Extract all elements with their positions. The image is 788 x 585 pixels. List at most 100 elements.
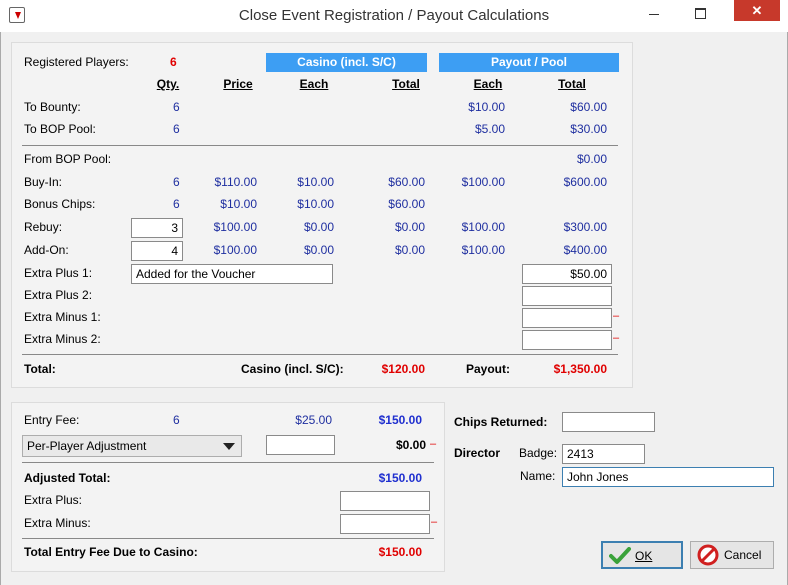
ok-button[interactable]: OK — [601, 541, 683, 569]
bonus-chips-label: Bonus Chips: — [24, 197, 96, 211]
add-on-label: Add-On: — [24, 243, 69, 257]
minus-indicator: – — [431, 516, 438, 528]
col-qty: Qty. — [156, 77, 180, 91]
payout-header: Payout / Pool — [439, 53, 619, 72]
add-on-payout-total: $400.00 — [563, 243, 607, 257]
extra-plus-1-amount-input[interactable]: $50.00 — [522, 264, 612, 284]
buy-in-price: $110.00 — [214, 175, 258, 189]
to-bop-qty: 6 — [173, 122, 180, 136]
buy-in-payout-each: $100.00 — [461, 175, 505, 189]
total-entry-fee-label: Total Entry Fee Due to Casino: — [24, 545, 198, 559]
from-bop-label: From BOP Pool: — [24, 152, 112, 166]
name-input[interactable]: John Jones — [562, 467, 774, 487]
extra-plus-1-label: Extra Plus 1: — [24, 266, 93, 280]
from-bop-payout-total: $0.00 — [576, 152, 607, 166]
entry-fee-total: $150.00 — [378, 413, 422, 427]
registered-players-label: Registered Players: — [24, 55, 129, 69]
director-label: Director — [454, 446, 501, 460]
maximize-icon[interactable] — [686, 5, 714, 21]
extra-minus-2-amount-input[interactable] — [522, 330, 612, 350]
col-casino-each: Each — [299, 77, 329, 91]
minus-indicator: – — [613, 310, 620, 322]
entry-fee-each: $25.00 — [295, 413, 332, 427]
total-entry-fee-value: $150.00 — [378, 545, 422, 559]
cancel-button[interactable]: Cancel — [690, 541, 774, 569]
rebuy-qty-input[interactable]: 3 — [131, 218, 183, 238]
col-payout-each: Each — [473, 77, 503, 91]
extra-plus-input[interactable] — [340, 491, 430, 511]
badge-input[interactable]: 2413 — [562, 444, 645, 464]
add-on-casino-total: $0.00 — [394, 243, 425, 257]
extra-minus-label: Extra Minus: — [24, 516, 91, 530]
adjusted-total-value: $150.00 — [378, 471, 422, 485]
badge-label: Badge: — [519, 446, 558, 460]
adjusted-total-label: Adjusted Total: — [24, 471, 111, 485]
name-label: Name: — [520, 469, 556, 483]
extra-minus-2-label: Extra Minus 2: — [24, 332, 101, 346]
to-bop-payout-total: $30.00 — [570, 122, 607, 136]
entry-fee-label: Entry Fee: — [24, 413, 80, 427]
rebuy-price: $100.00 — [213, 220, 257, 234]
rebuy-casino-each: $0.00 — [303, 220, 334, 234]
casino-total-label: Casino (incl. S/C): — [241, 362, 344, 376]
window-title: Close Event Registration / Payout Calcul… — [238, 7, 550, 24]
to-bounty-payout-each: $10.00 — [468, 100, 505, 114]
cancel-icon — [697, 544, 719, 566]
total-label: Total: — [24, 362, 56, 376]
to-bounty-qty: 6 — [173, 100, 180, 114]
chips-returned-input[interactable] — [562, 412, 655, 432]
separator — [22, 354, 618, 355]
bonus-chips-casino-each: $10.00 — [297, 197, 334, 211]
chevron-down-icon — [223, 443, 235, 450]
registered-players-value: 6 — [170, 55, 177, 69]
per-player-adjustment-select[interactable]: Per-Player Adjustment — [22, 435, 242, 457]
title-bar: Close Event Registration / Payout Calcul… — [0, 0, 788, 32]
casino-total-value: $120.00 — [381, 362, 425, 376]
adjustment-amount-input[interactable] — [266, 435, 335, 455]
extra-plus-label: Extra Plus: — [24, 493, 83, 507]
extra-plus-2-amount-input[interactable] — [522, 286, 612, 306]
close-button[interactable]: ✕ — [734, 0, 780, 21]
add-on-payout-each: $100.00 — [461, 243, 505, 257]
bonus-chips-qty: 6 — [173, 197, 180, 211]
per-player-adjustment-value: Per-Player Adjustment — [27, 439, 147, 453]
minimize-icon[interactable] — [640, 5, 668, 21]
to-bounty-label: To Bounty: — [24, 100, 81, 114]
minus-indicator: – — [430, 438, 437, 450]
to-bop-payout-each: $5.00 — [474, 122, 505, 136]
bonus-chips-price: $10.00 — [220, 197, 257, 211]
extra-minus-1-label: Extra Minus 1: — [24, 310, 101, 324]
col-payout-total: Total — [558, 77, 586, 91]
extra-minus-1-amount-input[interactable] — [522, 308, 612, 328]
extra-plus-1-description-input[interactable]: Added for the Voucher — [131, 264, 333, 284]
rebuy-payout-each: $100.00 — [461, 220, 505, 234]
buy-in-casino-each: $10.00 — [297, 175, 334, 189]
chips-returned-label: Chips Returned: — [454, 415, 548, 429]
buy-in-casino-total: $60.00 — [388, 175, 425, 189]
to-bop-label: To BOP Pool: — [24, 122, 96, 136]
rebuy-casino-total: $0.00 — [394, 220, 425, 234]
to-bounty-payout-total: $60.00 — [570, 100, 607, 114]
add-on-casino-each: $0.00 — [303, 243, 334, 257]
checkmark-icon — [609, 547, 631, 564]
separator — [22, 538, 434, 539]
add-on-price: $100.00 — [213, 243, 257, 257]
bonus-chips-casino-total: $60.00 — [388, 197, 425, 211]
minus-indicator: – — [613, 332, 620, 344]
rebuy-payout-total: $300.00 — [563, 220, 607, 234]
separator — [22, 145, 618, 146]
col-price: Price — [223, 77, 253, 91]
cancel-label: Cancel — [724, 548, 762, 562]
buy-in-payout-total: $600.00 — [563, 175, 607, 189]
rebuy-label: Rebuy: — [24, 220, 63, 234]
add-on-qty-input[interactable]: 4 — [131, 241, 183, 261]
buy-in-label: Buy-In: — [24, 175, 63, 189]
ok-label: OK — [635, 549, 653, 563]
extra-minus-input[interactable] — [340, 514, 430, 534]
payout-total-label: Payout: — [466, 362, 511, 376]
extra-plus-2-label: Extra Plus 2: — [24, 288, 93, 302]
col-casino-total: Total — [392, 77, 420, 91]
adjustment-total: $0.00 — [395, 438, 426, 452]
payout-total-value: $1,350.00 — [553, 362, 607, 376]
entry-fee-qty: 6 — [173, 413, 180, 427]
